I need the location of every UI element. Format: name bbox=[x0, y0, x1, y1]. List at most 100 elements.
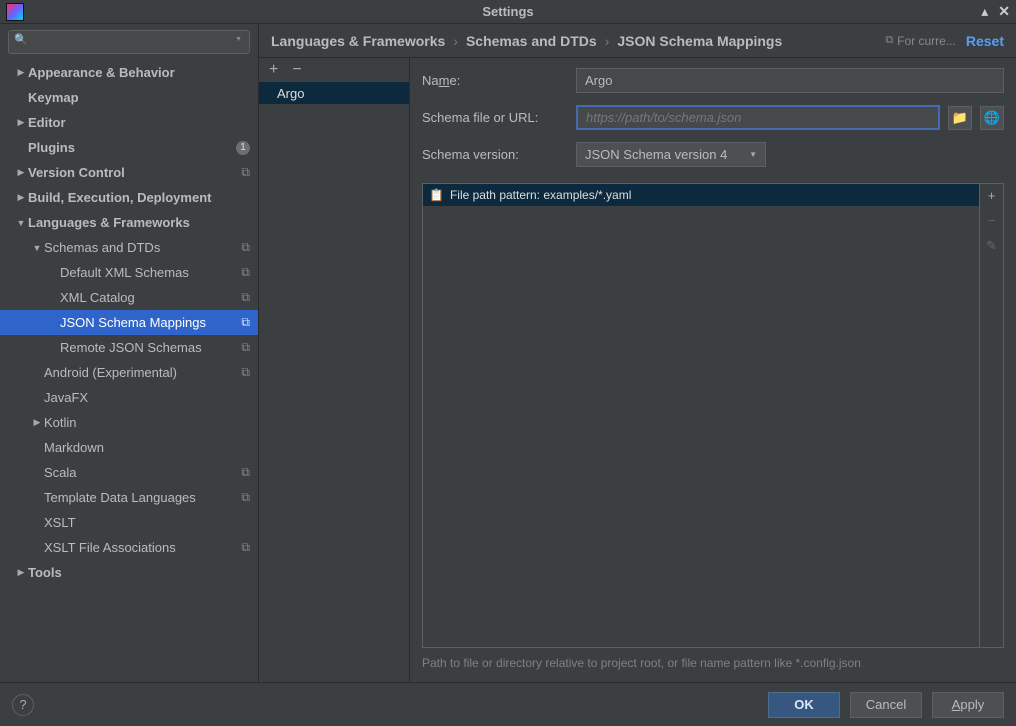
tree-item[interactable]: Tools bbox=[0, 560, 258, 585]
tree-item-label: XML Catalog bbox=[60, 290, 241, 305]
tree-item-label: Scala bbox=[44, 465, 241, 480]
tree-item-label: Default XML Schemas bbox=[60, 265, 241, 280]
pattern-text: File path pattern: examples/*.yaml bbox=[450, 188, 631, 202]
tree-item[interactable]: Version Control⧉ bbox=[0, 160, 258, 185]
patterns-list: 📋 File path pattern: examples/*.yaml bbox=[423, 184, 979, 647]
count-badge: 1 bbox=[236, 141, 250, 155]
globe-icon: 🌐 bbox=[984, 110, 1000, 126]
tree-item[interactable]: Schemas and DTDs⧉ bbox=[0, 235, 258, 260]
tree-item-label: Kotlin bbox=[44, 415, 250, 430]
help-button[interactable]: ? bbox=[12, 694, 34, 716]
tree-item-label: Languages & Frameworks bbox=[28, 215, 250, 230]
pattern-icon: 📋 bbox=[429, 188, 444, 202]
remove-pattern-icon[interactable]: − bbox=[988, 213, 996, 228]
minimize-icon[interactable]: ▴ bbox=[981, 3, 988, 20]
remove-icon[interactable]: − bbox=[292, 62, 301, 78]
tree-item[interactable]: Default XML Schemas⧉ bbox=[0, 260, 258, 285]
mapping-list-item[interactable]: Argo bbox=[259, 82, 409, 104]
tree-item[interactable]: XML Catalog⧉ bbox=[0, 285, 258, 310]
tree-item[interactable]: XSLT bbox=[0, 510, 258, 535]
tree-item-label: JSON Schema Mappings bbox=[60, 315, 241, 330]
search-input[interactable] bbox=[8, 30, 250, 54]
schema-url-input[interactable] bbox=[576, 105, 940, 130]
edit-pattern-icon[interactable]: ✎ bbox=[986, 238, 997, 254]
project-scope-icon: ⧉ bbox=[241, 240, 250, 255]
tree-item-label: Build, Execution, Deployment bbox=[28, 190, 250, 205]
breadcrumb-row: Languages & Frameworks › Schemas and DTD… bbox=[259, 24, 1016, 58]
tree-item-label: Version Control bbox=[28, 165, 241, 180]
breadcrumb-part[interactable]: Languages & Frameworks bbox=[271, 33, 445, 49]
tree-item[interactable]: JavaFX bbox=[0, 385, 258, 410]
tree-item-label: Keymap bbox=[28, 90, 250, 105]
tree-item-label: Schemas and DTDs bbox=[44, 240, 241, 255]
project-scope-icon: ⧉ bbox=[241, 365, 250, 380]
name-input[interactable] bbox=[576, 68, 1004, 93]
scope-label: For curre... bbox=[897, 34, 956, 48]
tree-item[interactable]: JSON Schema Mappings⧉ bbox=[0, 310, 258, 335]
tree-item[interactable]: Remote JSON Schemas⧉ bbox=[0, 335, 258, 360]
schema-version-label: Schema version: bbox=[422, 147, 568, 162]
tree-item-label: Remote JSON Schemas bbox=[60, 340, 241, 355]
breadcrumb-part[interactable]: JSON Schema Mappings bbox=[617, 33, 782, 49]
schema-file-label: Schema file or URL: bbox=[422, 110, 568, 125]
breadcrumb-sep-icon: › bbox=[605, 33, 610, 49]
tree-item[interactable]: Kotlin bbox=[0, 410, 258, 435]
project-scope-icon: ⧉ bbox=[241, 265, 250, 280]
tree-item[interactable]: Languages & Frameworks bbox=[0, 210, 258, 235]
patterns-area: 📋 File path pattern: examples/*.yaml + −… bbox=[422, 183, 1004, 648]
tree-item[interactable]: Keymap bbox=[0, 85, 258, 110]
add-icon[interactable]: + bbox=[269, 62, 278, 78]
close-icon[interactable]: ✕ bbox=[998, 3, 1010, 20]
breadcrumb: Languages & Frameworks › Schemas and DTD… bbox=[271, 33, 875, 49]
mapping-form: Name: Schema file or URL: 📁 🌐 Schema ver… bbox=[410, 58, 1016, 682]
dialog-footer: ? OK Cancel Apply bbox=[0, 682, 1016, 726]
chevron-right-icon[interactable] bbox=[14, 67, 28, 78]
tree-item[interactable]: Template Data Languages⧉ bbox=[0, 485, 258, 510]
browse-url-button[interactable]: 🌐 bbox=[980, 106, 1004, 130]
project-scope-icon: ⧉ bbox=[241, 465, 250, 480]
select-value: JSON Schema version 4 bbox=[585, 147, 727, 162]
search-wrap bbox=[0, 24, 258, 60]
tree-item[interactable]: Android (Experimental)⧉ bbox=[0, 360, 258, 385]
add-pattern-icon[interactable]: + bbox=[988, 188, 996, 203]
mapping-list: Argo bbox=[259, 82, 409, 682]
project-scope-icon: ⧉ bbox=[241, 165, 250, 180]
patterns-tools: + − ✎ bbox=[979, 184, 1003, 647]
window-title: Settings bbox=[0, 4, 1016, 19]
pattern-row[interactable]: 📋 File path pattern: examples/*.yaml bbox=[423, 184, 979, 206]
folder-icon: 📁 bbox=[952, 110, 968, 126]
apply-button[interactable]: Apply bbox=[932, 692, 1004, 718]
titlebar: Settings ▴ ✕ bbox=[0, 0, 1016, 24]
tree-item-label: Markdown bbox=[44, 440, 250, 455]
schema-version-select[interactable]: JSON Schema version 4 bbox=[576, 142, 766, 167]
chevron-right-icon[interactable] bbox=[14, 117, 28, 128]
chevron-right-icon[interactable] bbox=[14, 192, 28, 203]
tree-item[interactable]: Editor bbox=[0, 110, 258, 135]
browse-file-button[interactable]: 📁 bbox=[948, 106, 972, 130]
breadcrumb-part[interactable]: Schemas and DTDs bbox=[466, 33, 597, 49]
ok-button[interactable]: OK bbox=[768, 692, 840, 718]
chevron-down-icon[interactable] bbox=[14, 218, 28, 228]
tree-item[interactable]: XSLT File Associations⧉ bbox=[0, 535, 258, 560]
chevron-right-icon[interactable] bbox=[14, 567, 28, 578]
tree-item-label: XSLT File Associations bbox=[44, 540, 241, 555]
tree-item[interactable]: Appearance & Behavior bbox=[0, 60, 258, 85]
tree-item[interactable]: Plugins1 bbox=[0, 135, 258, 160]
tree-item-label: Editor bbox=[28, 115, 250, 130]
settings-sidebar: Appearance & Behavior Keymap Editor Plugins… bbox=[0, 24, 259, 682]
mapping-list-panel: + − Argo bbox=[259, 58, 410, 682]
chevron-right-icon[interactable] bbox=[30, 417, 44, 428]
tree-item[interactable]: Markdown bbox=[0, 435, 258, 460]
project-scope-icon: ⧉ bbox=[241, 315, 250, 330]
tree-item[interactable]: Scala⧉ bbox=[0, 460, 258, 485]
chevron-down-icon[interactable] bbox=[30, 243, 44, 253]
tree-item-label: Android (Experimental) bbox=[44, 365, 241, 380]
chevron-right-icon[interactable] bbox=[14, 167, 28, 178]
main-panel: Languages & Frameworks › Schemas and DTD… bbox=[259, 24, 1016, 682]
reset-link[interactable]: Reset bbox=[966, 33, 1004, 49]
project-scope-icon: ⧉ bbox=[241, 540, 250, 555]
cancel-button[interactable]: Cancel bbox=[850, 692, 922, 718]
tree-item-label: Template Data Languages bbox=[44, 490, 241, 505]
tree-item[interactable]: Build, Execution, Deployment bbox=[0, 185, 258, 210]
project-scope-icon: ⧉ bbox=[241, 490, 250, 505]
